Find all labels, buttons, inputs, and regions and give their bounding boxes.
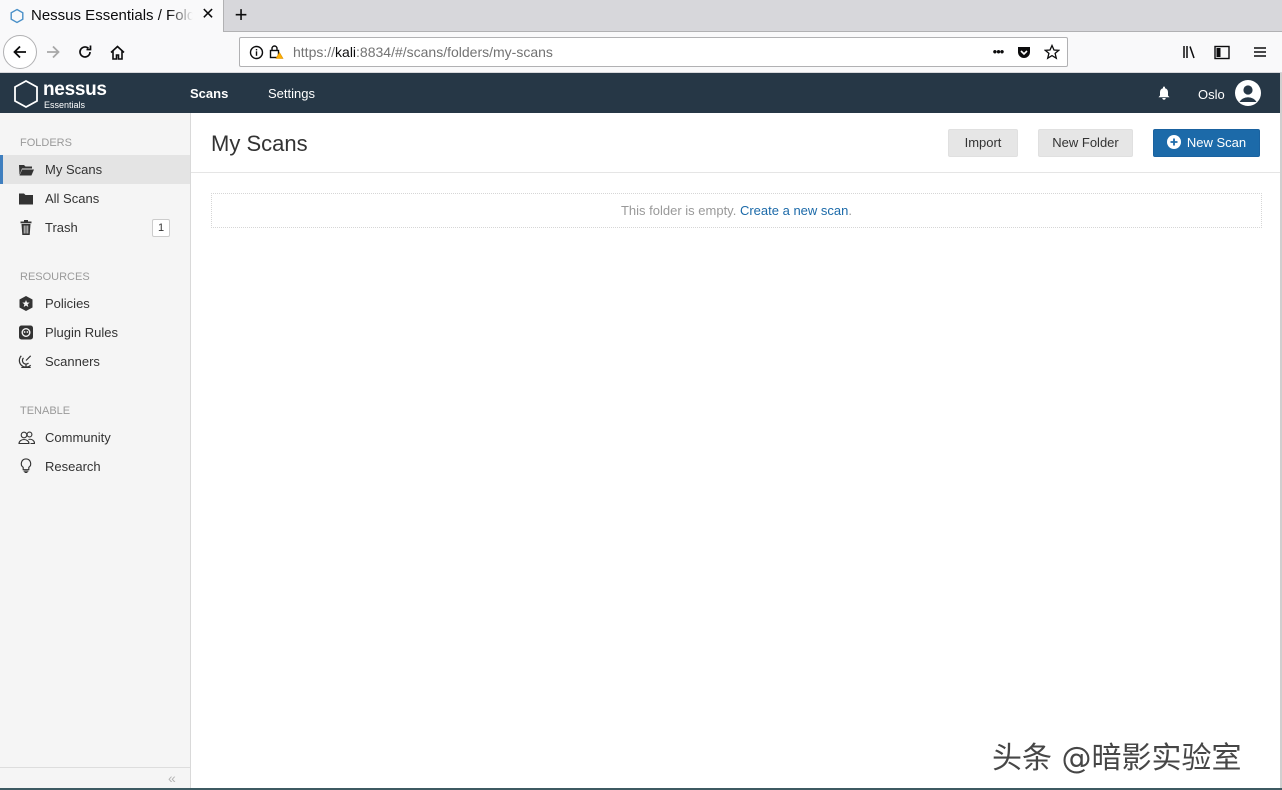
scanner-radar-icon: [18, 355, 32, 368]
user-name[interactable]: Oslo: [1198, 87, 1225, 102]
tab-title: Nessus Essentials / Folders / My Scans: [31, 7, 193, 24]
trash-icon: [20, 220, 32, 235]
nav-scans[interactable]: Scans: [190, 86, 228, 101]
url-bar[interactable]: https://kali:8834/#/scans/folders/my-sca…: [239, 37, 1068, 67]
research-lightbulb-icon: [20, 458, 32, 473]
policies-shield-icon: [19, 296, 33, 311]
page-actions-icon[interactable]: •••: [988, 43, 1008, 59]
empty-folder-message: This folder is empty. Create a new scan.: [211, 193, 1262, 228]
sidebar-icon: [1214, 45, 1230, 59]
app-header: nessus Essentials Scans Settings Oslo: [0, 73, 1280, 113]
hamburger-icon: [1254, 47, 1266, 57]
sidebar: FOLDERS My Scans All Scans Trash 1 RESOU…: [0, 113, 191, 788]
home-button[interactable]: [101, 36, 133, 68]
arrow-right-icon: [47, 45, 60, 59]
home-icon: [109, 44, 125, 60]
logo-name: nessus: [43, 79, 107, 100]
folder-open-icon: [19, 165, 34, 176]
new-tab-icon[interactable]: +: [230, 4, 252, 26]
tab-close-icon[interactable]: ✕: [199, 6, 217, 24]
reload-button[interactable]: [69, 36, 101, 68]
pocket-icon[interactable]: [1016, 44, 1032, 60]
sidebar-item-my-scans[interactable]: My Scans: [0, 155, 190, 184]
bookmark-star-icon[interactable]: [1044, 44, 1060, 60]
arrow-left-icon: [13, 45, 26, 59]
sidebar-item-policies[interactable]: Policies: [0, 289, 190, 318]
plugin-rules-icon: [19, 325, 33, 340]
nessus-logo[interactable]: nessus Essentials: [12, 78, 122, 110]
new-scan-button[interactable]: New Scan: [1153, 129, 1260, 157]
sidebar-toggle-button[interactable]: [1206, 36, 1238, 68]
sidebar-item-plugin-rules[interactable]: Plugin Rules: [0, 318, 190, 347]
community-people-icon: [18, 431, 35, 445]
nessus-favicon-icon: [10, 8, 24, 24]
nessus-hexagon-icon: [14, 79, 38, 109]
resources-section-label: RESOURCES: [20, 271, 90, 283]
create-new-scan-link[interactable]: Create a new scan: [740, 203, 848, 218]
folders-section-label: FOLDERS: [20, 137, 72, 149]
trash-count-badge: 1: [152, 219, 170, 237]
sidebar-item-community[interactable]: Community: [0, 423, 190, 452]
nav-settings[interactable]: Settings: [268, 86, 315, 101]
menu-button[interactable]: [1244, 36, 1276, 68]
browser-tab-bar: Nessus Essentials / Folders / My Scans ✕…: [0, 0, 1282, 32]
sidebar-collapse[interactable]: «: [0, 767, 190, 788]
folder-icon: [19, 193, 33, 205]
bell-icon[interactable]: [1156, 85, 1172, 101]
url-text: https://kali:8834/#/scans/folders/my-sca…: [293, 44, 553, 60]
reload-icon: [79, 45, 92, 58]
double-chevron-left-icon[interactable]: «: [168, 770, 176, 786]
sidebar-item-all-scans[interactable]: All Scans: [0, 184, 190, 213]
new-folder-button[interactable]: New Folder: [1038, 129, 1133, 157]
main-content: My Scans Import New Folder New Scan This…: [191, 113, 1280, 788]
sidebar-item-research[interactable]: Research: [0, 452, 190, 481]
sidebar-item-trash[interactable]: Trash 1: [0, 213, 190, 242]
page-title: My Scans: [211, 131, 308, 156]
tenable-section-label: TENABLE: [20, 405, 71, 417]
forward-button[interactable]: [37, 36, 69, 68]
empty-text: This folder is empty.: [620, 203, 737, 218]
back-button[interactable]: [3, 35, 37, 69]
sidebar-item-scanners[interactable]: Scanners: [0, 347, 190, 376]
header-divider: [191, 172, 1280, 173]
user-avatar[interactable]: [1235, 80, 1261, 106]
insecure-lock-icon[interactable]: [268, 44, 284, 60]
watermark-text: 头条 @暗影实验室: [992, 741, 1242, 776]
import-button[interactable]: Import: [948, 129, 1018, 157]
browser-nav-bar: https://kali:8834/#/scans/folders/my-sca…: [0, 32, 1282, 73]
empty-end: .: [848, 203, 852, 218]
info-icon[interactable]: [248, 44, 264, 60]
logo-subtitle: Essentials: [44, 100, 86, 110]
plus-circle-icon: [1166, 135, 1181, 149]
user-icon: [1239, 85, 1257, 102]
browser-tab[interactable]: Nessus Essentials / Folders / My Scans ✕: [0, 0, 224, 32]
library-icon: [1182, 46, 1195, 59]
library-button[interactable]: [1174, 36, 1206, 68]
